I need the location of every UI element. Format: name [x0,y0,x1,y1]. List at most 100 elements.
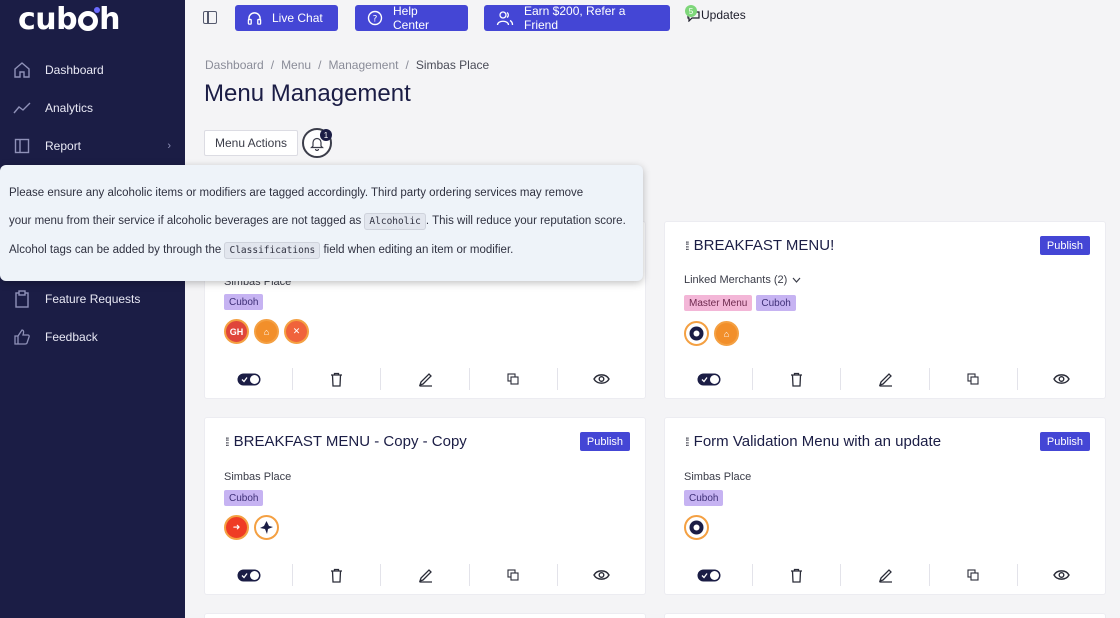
menu-card: ⁞⁞ BREAKFAST MENU! Publish Linked Merchan… [665,222,1105,398]
report-icon [12,136,32,156]
sidebar-item-feedback[interactable]: Feedback [12,322,177,352]
pencil-icon [878,372,893,387]
card-actions [665,368,1105,390]
preview-button[interactable] [558,368,645,390]
tag-list: Cuboh [684,490,724,506]
alcohol-notice-popover: Please ensure any alcoholic items or mod… [0,165,643,281]
menu-card [205,614,645,618]
edit-button[interactable] [381,368,470,390]
sidebar-item-analytics[interactable]: Analytics [12,93,177,123]
delete-button[interactable] [293,368,382,390]
eye-icon [1053,373,1070,385]
updates-button[interactable]: 5 Updates [685,5,746,22]
publish-button[interactable]: Publish [1039,236,1090,255]
toggle-button[interactable] [665,368,754,390]
pencil-icon [878,568,893,583]
duplicate-button[interactable] [930,368,1018,390]
sidebar-item-label: Feature Requests [45,292,141,306]
eye-icon [593,569,610,581]
sidebar: cub h Dashboard Analytics Report › Featur… [0,0,185,618]
edit-button[interactable] [841,368,930,390]
notice-text: Alcohol tags can be added by through the [9,244,222,256]
live-chat-button[interactable]: Live Chat [235,5,338,31]
notice-line-2: your menu from their service if alcoholi… [9,213,626,230]
notice-line-1: Please ensure any alcoholic items or mod… [9,187,583,199]
platform-logos: ⌂ [684,321,739,346]
toggle-icon [697,373,721,386]
cuboh-icon [684,321,709,346]
duplicate-button[interactable] [470,564,558,586]
sidebar-item-feature-requests[interactable]: Feature Requests [12,284,177,314]
updates-label: Updates [701,8,746,22]
help-center-button[interactable]: ? Help Center [355,4,468,32]
sidebar-item-report[interactable]: Report › [12,131,177,161]
delete-button[interactable] [293,564,382,586]
skipthedishes-icon: ⌂ [254,319,279,344]
trash-icon [330,568,343,583]
toggle-button[interactable] [205,564,294,586]
refer-friend-label: Earn $200, Refer a Friend [524,4,626,32]
card-actions [205,564,645,586]
alcoholic-code-tag: Alcoholic [364,213,426,230]
cuboh-logo[interactable]: cub h [18,2,120,37]
publish-button[interactable]: Publish [1039,432,1090,451]
clipboard-icon [12,289,32,309]
breadcrumb-dashboard[interactable]: Dashboard [205,58,264,72]
duplicate-button[interactable] [470,368,558,390]
home-icon [12,60,32,80]
edit-button[interactable] [841,564,930,586]
pencil-icon [418,568,433,583]
chevron-right-icon: › [167,140,171,152]
edit-button[interactable] [381,564,470,586]
pencil-icon [418,372,433,387]
breadcrumb-management[interactable]: Management [328,58,398,72]
sidebar-item-dashboard[interactable]: Dashboard [12,55,177,85]
tag: Master Menu [684,295,753,311]
drag-handle-icon[interactable]: ⁞⁞ [685,239,689,253]
preview-button[interactable] [1018,564,1105,586]
notice-text: . This will reduce your reputation score… [425,215,626,227]
eye-icon [593,373,610,385]
breadcrumb-menu[interactable]: Menu [281,58,311,72]
tag-list: Master Menu Cuboh [684,295,796,311]
trash-icon [790,372,803,387]
toggle-button[interactable] [665,564,754,586]
headset-icon [247,11,262,26]
delete-button[interactable] [753,564,842,586]
sidebar-toggle-icon[interactable] [203,11,217,24]
breadcrumb-current: Simbas Place [415,58,490,72]
delete-button[interactable] [753,368,842,390]
duplicate-button[interactable] [930,564,1018,586]
merchant-name: Simbas Place [224,471,292,483]
notice-line-3: Alcohol tags can be added by through the… [9,242,513,259]
trash-icon [790,568,803,583]
drag-handle-icon[interactable]: ⁞⁞ [685,435,689,449]
svg-text:?: ? [373,15,378,25]
sidebar-item-label: Dashboard [45,63,104,77]
publish-button[interactable]: Publish [579,432,630,451]
toggle-button[interactable] [205,368,294,390]
sidebar-item-label: Report [45,139,82,153]
ritual-icon: ✕ [284,319,309,344]
card-title-text: BREAKFAST MENU - Copy - Copy [233,433,467,450]
notice-text: Please ensure any alcoholic items or mod… [9,187,584,199]
preview-button[interactable] [1018,368,1105,390]
tag: Cuboh [684,490,724,506]
copy-icon [967,569,979,581]
menu-actions-button[interactable]: Menu Actions [204,130,298,156]
doordash-icon: ➜ [224,515,249,540]
live-chat-label: Live Chat [272,11,323,25]
notification-bell-button[interactable]: 1 [302,128,332,158]
drag-handle-icon[interactable]: ⁞⁞ [225,435,229,449]
bell-badge: 1 [320,129,332,141]
platform-logos: GH ⌂ ✕ [224,319,309,344]
refer-friend-button[interactable]: Earn $200, Refer a Friend [484,4,670,32]
menu-card: ⁞⁞ BREAKFAST MENU - Copy - Copy Publish S… [205,418,645,594]
eye-icon [1053,569,1070,581]
sidebar-item-label: Feedback [45,330,98,344]
thumbs-up-icon [12,327,32,347]
copy-icon [967,373,979,385]
linked-merchants-dropdown[interactable]: Linked Merchants (2) [684,274,801,286]
preview-button[interactable] [558,564,645,586]
card-title: ⁞⁞ Form Validation Menu with an update [685,433,941,450]
